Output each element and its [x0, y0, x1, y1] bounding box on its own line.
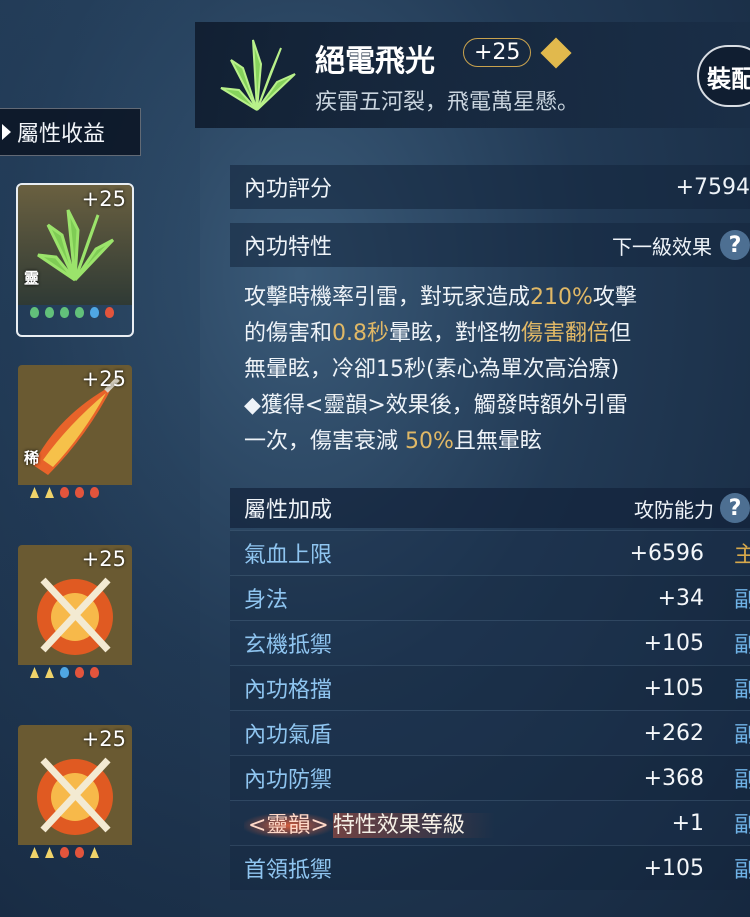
attribute-row: 身法 +34 副 — [230, 575, 750, 620]
attribute-type: 主 — [733, 543, 750, 568]
attribute-gain-tab[interactable]: 屬性收益 — [0, 108, 141, 156]
trait-line-1: 攻擊時機率引雷，對玩家造成210%攻擊 — [244, 285, 637, 310]
next-level-label: 下一級效果 — [612, 234, 712, 259]
equipment-card-1[interactable]: +25 靈 — [16, 183, 134, 337]
gem-icon — [90, 487, 99, 498]
gem-slots — [30, 667, 99, 678]
gem-icon — [90, 667, 99, 678]
attribute-type: 副 — [733, 768, 750, 793]
trait-line-3: 無暈眩，冷卻15秒(素心為單次高治療) — [244, 357, 620, 382]
gem-icon — [75, 847, 84, 858]
attribute-bonus-header: 屬性加成 攻防能力 ? — [230, 488, 750, 528]
attribute-name: 氣血上限 — [244, 543, 333, 568]
attribute-type: 副 — [733, 633, 750, 658]
attribute-value: +34 — [657, 585, 704, 611]
gem-icon — [30, 307, 39, 318]
attribute-value: +262 — [643, 720, 704, 746]
card-level: +25 — [81, 727, 126, 751]
attribute-gain-label: 屬性收益 — [17, 122, 106, 147]
gem-icon — [60, 667, 69, 678]
card-level: +25 — [81, 187, 126, 211]
equipment-card-3[interactable]: +25 — [18, 545, 132, 695]
attribute-row: 內功防禦 +368 副 — [230, 755, 750, 800]
attribute-value: +105 — [643, 675, 704, 701]
trait-line-5: 一次，傷害衰減 50%且無暈眩 — [244, 429, 542, 454]
card-level: +25 — [81, 367, 126, 391]
attribute-name: 內功氣盾 — [244, 723, 333, 748]
combat-ability-label: 攻防能力 — [634, 497, 714, 522]
attribute-list: 氣血上限 +6596 主 身法 +34 副 玄機抵禦 +105 副 內功格擋 +… — [230, 530, 750, 890]
attribute-name: 內功防禦 — [244, 768, 333, 793]
trait-line-2: 的傷害和0.8秒暈眩，對怪物傷害翻倍但 — [244, 321, 632, 346]
attribute-row: 玄機抵禦 +105 副 — [230, 620, 750, 665]
equipment-card-2[interactable]: +25 稀 — [18, 365, 132, 515]
help-icon[interactable]: ? — [720, 230, 750, 260]
gem-icon — [75, 487, 84, 498]
attribute-name: 身法 — [244, 588, 289, 613]
attribute-type: 副 — [733, 858, 750, 883]
help-icon[interactable]: ? — [720, 493, 750, 523]
gem-slots — [30, 847, 99, 858]
attribute-bonus-label: 屬性加成 — [244, 498, 333, 523]
item-level-badge: +25 — [463, 38, 532, 67]
gem-icon — [30, 847, 39, 858]
gem-icon — [75, 667, 84, 678]
gem-icon — [60, 307, 69, 318]
attribute-row: 氣血上限 +6596 主 — [230, 530, 750, 575]
attribute-value: +368 — [643, 765, 704, 791]
attribute-name: <靈韻> 特性效果等級 — [230, 807, 495, 839]
gem-icon — [45, 667, 54, 678]
next-level-effect[interactable]: 下一級效果 ? — [612, 230, 750, 260]
equip-button[interactable]: 裝配 — [697, 45, 750, 107]
item-verse: 疾雷五河裂，飛電萬星懸。 — [315, 90, 580, 115]
lightning-leaf-icon — [220, 39, 296, 111]
gem-icon — [45, 487, 54, 498]
gem-icon — [45, 847, 54, 858]
item-header: 絕電飛光 +25 疾雷五河裂，飛電萬星懸。 — [195, 22, 750, 128]
attribute-value: +105 — [643, 855, 704, 881]
trait-label: 內功特性 — [244, 235, 333, 260]
trait-header: 內功特性 下一級效果 ? — [230, 223, 750, 267]
trait-description: 攻擊時機率引雷，對玩家造成210%攻擊 的傷害和0.8秒暈眩，對怪物傷害翻倍但 … — [230, 280, 750, 460]
card-level: +25 — [81, 547, 126, 571]
gem-icon — [90, 847, 99, 858]
attribute-row: 內功格擋 +105 副 — [230, 665, 750, 710]
gem-icon — [30, 667, 39, 678]
gem-icon — [45, 307, 54, 318]
attribute-type: 副 — [733, 813, 750, 838]
attribute-value: +6596 — [629, 540, 704, 566]
gem-slots — [30, 307, 114, 318]
attribute-value: +1 — [671, 810, 704, 836]
gem-icon — [75, 307, 84, 318]
gem-slots — [30, 487, 99, 498]
gem-icon — [105, 307, 114, 318]
card-tag: 靈 — [24, 269, 40, 287]
score-label: 內功評分 — [244, 177, 333, 202]
attribute-type: 副 — [733, 678, 750, 703]
attribute-row: 內功氣盾 +262 副 — [230, 710, 750, 755]
attribute-name: 內功格擋 — [244, 678, 333, 703]
gem-icon — [60, 487, 69, 498]
gem-icon — [90, 307, 99, 318]
attribute-type: 副 — [733, 588, 750, 613]
attribute-type: 副 — [733, 723, 750, 748]
attribute-row: 首領抵禦 +105 副 — [230, 845, 750, 890]
attribute-value: +105 — [643, 630, 704, 656]
gem-icon — [60, 847, 69, 858]
attribute-row-special: <靈韻> 特性效果等級 +1 副 — [230, 800, 750, 845]
lock-icon[interactable] — [540, 37, 572, 69]
gem-icon — [30, 487, 39, 498]
attribute-name: 首領抵禦 — [244, 858, 333, 883]
tab-arrow-icon — [2, 124, 11, 140]
equipment-card-4[interactable]: +25 — [18, 725, 132, 875]
score-value: +7594 — [675, 174, 750, 200]
internal-score-row: 內功評分 +7594 — [230, 165, 750, 209]
attribute-name: 玄機抵禦 — [244, 633, 333, 658]
trait-line-4: ◆獲得<靈韻>效果後，觸發時額外引雷 — [244, 393, 628, 418]
item-title: 絕電飛光 — [315, 44, 435, 79]
combat-ability-toggle[interactable]: 攻防能力 ? — [634, 493, 750, 523]
card-tag: 稀 — [24, 449, 40, 467]
